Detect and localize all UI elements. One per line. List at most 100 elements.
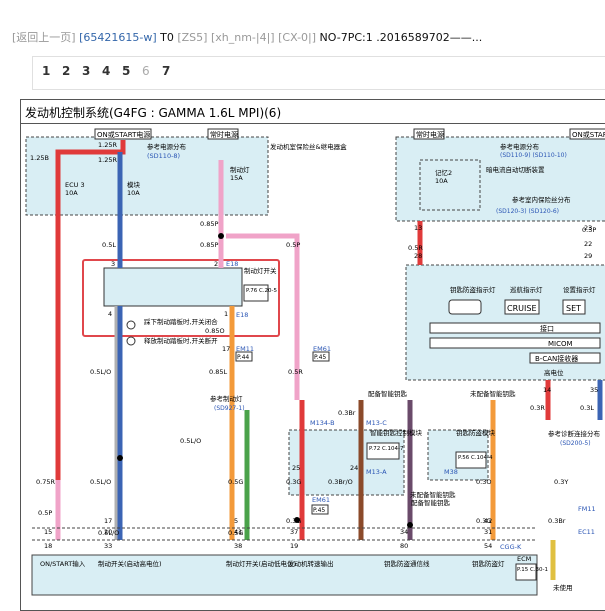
conn-em61-ref: P.45	[314, 354, 326, 361]
smart-key-ref: P.72 C.104-7	[369, 446, 404, 452]
pin-number: 17	[104, 517, 112, 525]
cruise-lamp-text: CRUISE	[507, 304, 537, 313]
pin-number: 14	[543, 386, 551, 394]
cluster-immo: 钥匙防盗指示灯	[450, 285, 496, 294]
note-stop-lamp-ref: 参考制动灯	[210, 394, 243, 403]
wire-label: 0.5L	[102, 241, 116, 249]
ecm-label-2: 制动开关(启动高电位)	[98, 559, 162, 568]
conn-em61-bottom: EM61	[312, 496, 330, 504]
pin-number: 3	[111, 260, 115, 268]
fuse-stop-amp: 15A	[230, 174, 243, 182]
conn-m13c: M13-C	[366, 419, 387, 427]
note-without-key: 未配备智能钥匙	[470, 389, 516, 398]
power-normal: 常时电源	[210, 130, 238, 139]
wire-label: 0.3O	[476, 478, 491, 486]
pin-number: 25	[292, 464, 300, 472]
note-interior: 参考室内保险丝分布	[512, 195, 571, 204]
note-with-key-2: 配备智能钥匙	[411, 498, 451, 507]
cluster-high: 高电位	[544, 368, 564, 377]
pin-number: 24	[350, 464, 358, 472]
wire-label: 0.3Br	[548, 517, 566, 525]
pin-number: 4	[108, 310, 112, 318]
wire-label: 0.3G	[286, 478, 301, 486]
immo-ref: P.56 C.104-4	[458, 455, 493, 461]
pin-number: 5	[234, 517, 238, 525]
pin-number: 18	[44, 542, 52, 550]
wiring-diagram: ON或START电源 常时电源 常时电源 ON或START电源 ECU 3 10…	[25, 128, 605, 596]
cluster-bcan: B-CAN接收器	[535, 354, 578, 363]
conn-fm11: FM11	[578, 505, 596, 513]
conn-m38: M38	[444, 468, 458, 476]
legend-1-icon	[126, 320, 136, 330]
pin-number: 2	[214, 260, 218, 268]
pin-number: 42	[484, 517, 492, 525]
note-ref-power: 参考电源分布	[147, 142, 187, 151]
pin-number: 1	[224, 310, 228, 318]
conn-ec11: EC11	[578, 528, 595, 536]
note-ref-power-right-codes: (SD110-9) (SD110-10)	[500, 152, 567, 159]
pin-number: 19	[290, 542, 298, 550]
note-stop-lamp-code: (SD927-1)	[214, 405, 245, 412]
wire-label: 0.5R	[408, 244, 423, 252]
legend-2-icon	[126, 336, 136, 346]
wire-label: 0.85O	[205, 327, 225, 335]
immo-label: 钥匙防盗模块	[456, 428, 496, 437]
conn-ecm: ECM	[517, 555, 531, 563]
junction-dot	[218, 233, 224, 239]
wire-label: 0.85P	[200, 241, 218, 249]
brake-switch-box	[103, 267, 243, 307]
power-normal-right: 常时电源	[416, 130, 444, 139]
ecm-label-5: 钥匙防盗通信线	[384, 559, 430, 568]
pin-number: 23	[584, 224, 592, 232]
cluster-micom-box	[429, 337, 601, 349]
note-ref-power-code: (SD110-8)	[147, 152, 180, 160]
immo-lamp-icon	[448, 299, 482, 315]
wire-label: 0.85P	[200, 220, 218, 228]
wire-label: 0.5L/O	[90, 368, 111, 376]
conn-m134b: M134-B	[310, 419, 335, 427]
wire-label: 0.3R	[530, 404, 545, 412]
pin-number: 41	[234, 528, 242, 536]
conn-cggk: CGG-K	[500, 543, 522, 551]
pin-number: 15	[44, 528, 52, 536]
fuse-ecu3-label: ECU 3	[65, 181, 85, 189]
ecm-label-4: 发动机转速输出	[288, 559, 334, 568]
wire-label: 0.3Br/O	[328, 478, 353, 486]
conn-ecm-ref: P.15 C.30-1	[517, 567, 548, 573]
pin-number: 38	[234, 542, 242, 550]
switch-pages: P.76 C.20-5	[246, 288, 278, 294]
wire-label: 0.5L/O	[180, 437, 201, 445]
pin-number: 34	[400, 528, 408, 536]
note-without-key-2: 未配备智能钥匙	[410, 490, 456, 499]
conn-m13a: M13-A	[366, 468, 387, 476]
fuse-module-label: 模块	[127, 180, 141, 189]
pin-number: 20	[104, 528, 112, 536]
wire-label: 0.5R	[288, 368, 303, 376]
note-legend-2: 释放制动踏板时,开关断开	[144, 336, 218, 345]
note-unused: 未使用	[553, 583, 573, 592]
pin-number: 28	[414, 252, 422, 260]
switch-conn-top: E18	[226, 260, 238, 268]
fuse-ecu3-amp: 10A	[65, 189, 78, 197]
wire-label: 0.3G	[286, 517, 301, 525]
wire-label: 0.3Br	[338, 409, 356, 417]
ecm-label-6: 钥匙防盗灯	[472, 559, 505, 568]
pin-number: 22	[584, 240, 592, 248]
fuse-stop-label: 制动灯	[230, 165, 250, 174]
power-on-start-right: ON或START电源	[572, 130, 605, 139]
pin-number: 80	[400, 542, 408, 550]
fuse-module-amp: 10A	[127, 189, 140, 197]
note-with-key: 配备智能钥匙	[368, 389, 408, 398]
note-legend-1: 踩下制动踏板时,开关闭合	[144, 317, 218, 326]
pin-number: 35	[590, 386, 598, 394]
note-interior-codes: (SD120-3) (SD120-6)	[496, 208, 559, 215]
wire-label: 0.5P	[38, 509, 52, 517]
switch-conn-bottom: E18	[236, 311, 248, 319]
note-diag-code: (SD200-5)	[560, 440, 591, 447]
wire-label: 0.3Y	[554, 478, 568, 486]
cluster-interface-box	[429, 322, 601, 334]
note-ref-power-right: 参考电源分布	[500, 142, 540, 151]
cluster-micom: MICOM	[548, 340, 573, 348]
cluster-set: 设置指示灯	[563, 285, 596, 294]
wire-label: 0.75R	[36, 478, 55, 486]
